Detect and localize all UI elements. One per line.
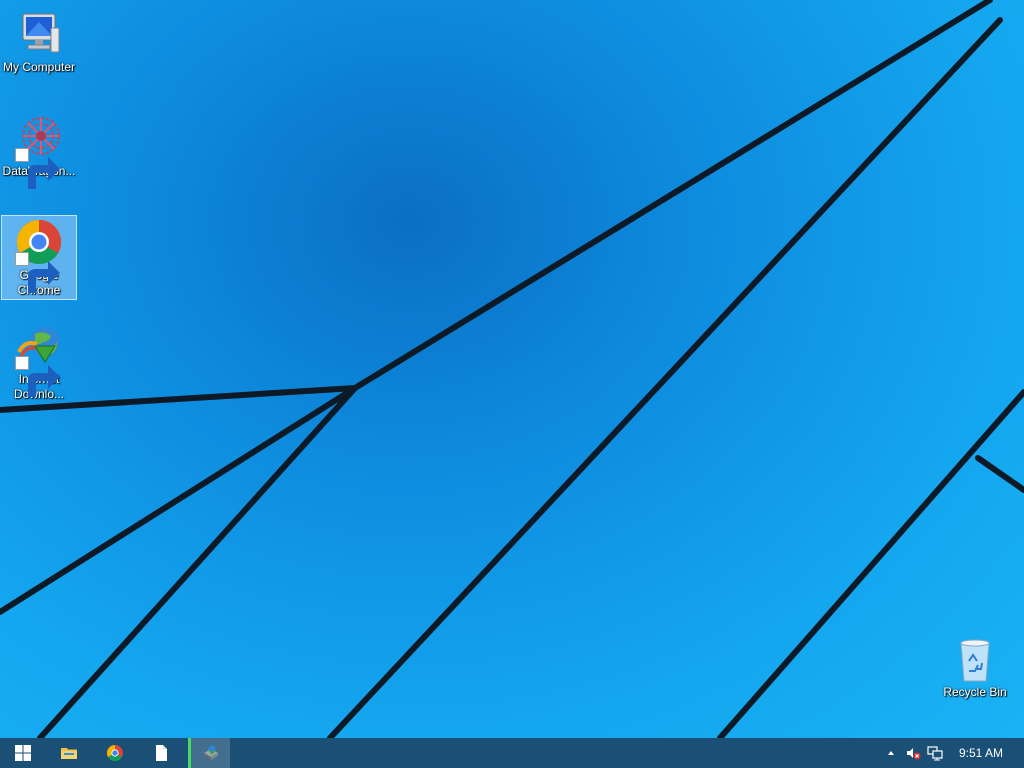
shortcut-arrow-icon bbox=[15, 356, 60, 397]
start-button[interactable] bbox=[0, 738, 46, 768]
desktop-icon-label: Recycle Bin bbox=[943, 685, 1007, 699]
my-computer-icon bbox=[15, 10, 63, 58]
taskbar: 9:51 AM bbox=[0, 738, 1024, 768]
network-icon bbox=[927, 746, 943, 761]
taskbar-chrome-button[interactable] bbox=[92, 738, 138, 768]
desktop[interactable]: My Computer DataWagon... bbox=[0, 0, 1024, 738]
chrome-icon bbox=[106, 745, 123, 762]
taskbar-file-explorer-button[interactable] bbox=[46, 738, 92, 768]
wallpaper-lines bbox=[0, 0, 1024, 738]
internet-download-manager-icon bbox=[15, 322, 63, 397]
chevron-up-icon bbox=[888, 751, 894, 755]
show-hidden-icons-button[interactable] bbox=[880, 738, 902, 768]
system-tray: 9:51 AM bbox=[880, 738, 1024, 768]
taskbar-download-manager-button[interactable] bbox=[188, 738, 230, 768]
network-button[interactable] bbox=[924, 738, 946, 768]
folder-icon bbox=[61, 748, 77, 759]
shortcut-arrow-icon bbox=[15, 148, 60, 189]
desktop-icon-google-chrome[interactable]: Google Chrome bbox=[1, 215, 77, 300]
recycle-bin-icon bbox=[951, 635, 999, 683]
taskbar-clock[interactable]: 9:51 AM bbox=[946, 746, 1016, 760]
google-chrome-icon bbox=[15, 218, 63, 293]
desktop-icon-label: My Computer bbox=[2, 60, 76, 74]
desktop-icon-internet-download-manager[interactable]: Internet Downlo... bbox=[1, 320, 77, 402]
volume-button[interactable] bbox=[902, 738, 924, 768]
datawagon-icon bbox=[15, 114, 63, 189]
desktop-icon-datawagon[interactable]: DataWagon... bbox=[1, 112, 77, 189]
windows-logo-icon bbox=[15, 745, 31, 761]
desktop-icon-my-computer[interactable]: My Computer bbox=[1, 8, 77, 75]
speaker-muted-icon bbox=[907, 748, 921, 760]
desktop-icon-recycle-bin[interactable]: Recycle Bin bbox=[937, 633, 1013, 700]
taskbar-document-button[interactable] bbox=[138, 738, 184, 768]
download-manager-icon bbox=[203, 745, 218, 760]
document-icon bbox=[156, 745, 167, 761]
shortcut-arrow-icon bbox=[15, 252, 60, 293]
